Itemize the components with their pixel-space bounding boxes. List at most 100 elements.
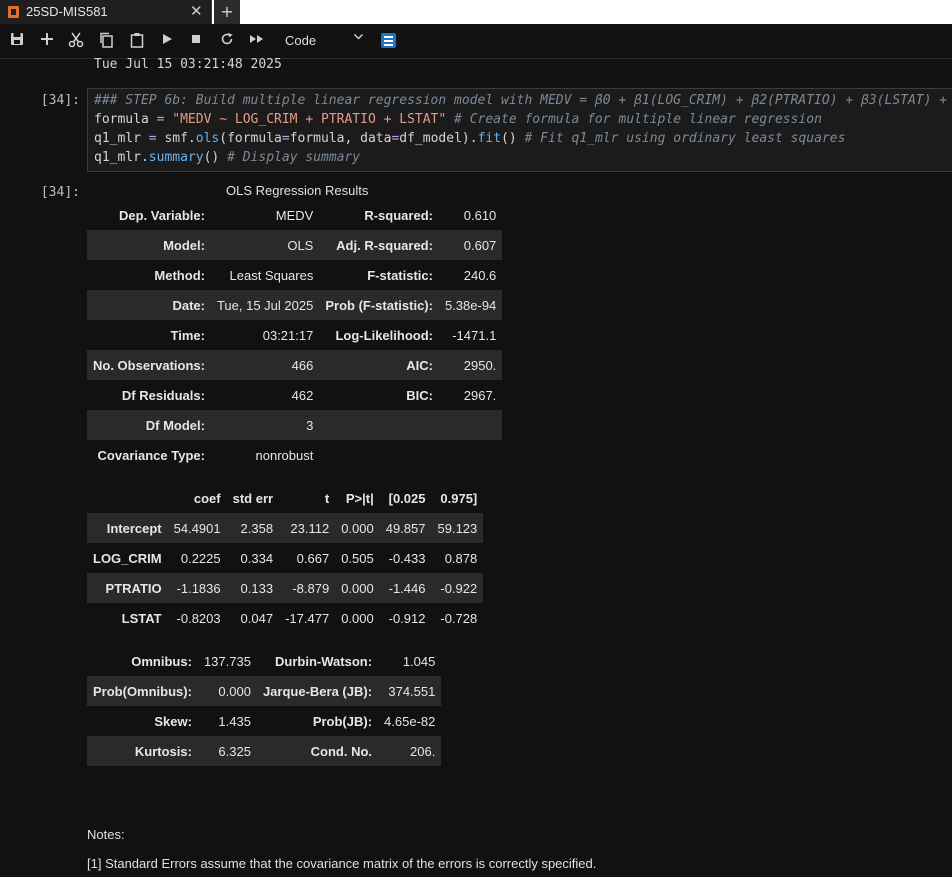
coef-value: 0.000 [341,520,374,536]
previous-output-text: Tue Jul 15 03:21:48 2025 [94,57,282,72]
coef-value: 0.133 [240,580,274,596]
diag-label: Omnibus: [131,653,192,669]
coef-label: LOG_CRIM [93,550,162,566]
table-row: Omnibus: 137.735 Durbin-Watson: 1.045 [87,646,441,676]
tab-notebook[interactable]: 25SD-MIS581 ✕ [0,0,212,24]
coef-value: -1.446 [388,580,426,596]
stat-value: Least Squares [229,267,314,283]
tab-title: 25SD-MIS581 [26,4,108,19]
diag-label: Prob(Omnibus): [93,683,192,699]
code-line-2: formula = "MEDV ~ LOG_CRIM + PTRATIO + L… [94,112,822,127]
table-row: Method: Least Squares F-statistic: 240.6 [87,260,502,290]
property-inspector-icon[interactable] [381,33,396,48]
stat-label: Adj. R-squared: [336,237,433,253]
stat-label: Df Residuals: [121,387,205,403]
code-line-1: ### STEP 6b: Build multiple linear regre… [94,91,952,110]
stat-value: nonrobust [255,447,314,463]
run-all-icon[interactable] [248,32,266,50]
save-icon[interactable] [8,32,26,50]
diagnostics-table: Omnibus: 137.735 Durbin-Watson: 1.045 Prob(O… [87,646,442,766]
stat-label: R-squared: [364,207,433,223]
table-row: No. Observations: 466 AIC: 2950. [87,350,503,380]
diag-value: 374.551 [388,683,436,699]
coef-value: 0.334 [240,550,274,566]
paste-icon[interactable] [128,32,146,50]
table-row: Date: Tue, 15 Jul 2025 Prob (F-statistic):… [87,290,503,320]
coefficient-table: coef std err t P>|t| [0.025 0.975] Intercept 54… [87,483,484,633]
table-row: Df Residuals: 462 BIC: 2967. [87,380,502,410]
column-header: P>|t| [345,490,374,506]
column-header: [0.025 [388,490,426,506]
code-line-3: q1_mlr = smf.ols(formula=formula, data=d… [94,131,846,146]
notes-title: Notes: [87,827,125,842]
diag-value: 1.435 [218,713,251,729]
diag-value: 0.000 [218,683,251,699]
stat-value: 0.607 [463,237,497,253]
close-icon[interactable]: ✕ [190,2,203,20]
coef-value: 23.112 [290,520,330,536]
column-header: t [324,490,330,506]
table-row: Kurtosis: 6.325 Cond. No. 206. [87,736,442,766]
stat-label: Covariance Type: [97,447,205,463]
table-row: Dep. Variable: MEDV R-squared: 0.610 [87,200,502,230]
code-comment: ### STEP 6b: Build multiple linear regre… [94,93,952,108]
coef-value: -17.477 [285,610,330,626]
coef-value: 54.4901 [173,520,221,536]
notebook-toolbar: Code [0,24,952,59]
table-row: Prob(Omnibus): 0.000 Jarque-Bera (JB): 374.… [87,676,442,706]
stat-label: No. Observations: [93,357,205,373]
run-icon[interactable] [158,32,176,50]
table-header-row: coef std err t P>|t| [0.025 0.975] [87,483,483,513]
stat-value: 2950. [463,357,497,373]
stop-icon[interactable] [187,32,205,50]
stat-label: Dep. Variable: [118,207,205,223]
stat-value: Tue, 15 Jul 2025 [216,297,314,313]
coef-value: -0.922 [440,580,478,596]
coef-value: 49.857 [385,520,426,536]
code-cell-editor[interactable]: ### STEP 6b: Build multiple linear regre… [87,88,952,172]
diag-value: 1.045 [402,653,436,669]
diag-label: Durbin-Watson: [275,653,373,669]
new-tab-button[interactable]: + [214,0,240,24]
stat-label: AIC: [406,357,433,373]
cell-type-select[interactable]: Code [285,33,316,48]
stat-label [319,410,439,440]
stat-label: Prob (F-statistic): [325,297,433,313]
diag-label: Prob(JB): [312,713,373,729]
model-summary-table: Dep. Variable: MEDV R-squared: 0.610 Model: O… [87,200,503,470]
table-row: Skew: 1.435 Prob(JB): 4.65e-82 [87,706,441,736]
stat-label: Time: [170,327,205,343]
stat-value [439,410,502,440]
cut-icon[interactable] [67,32,85,50]
table-row: LSTAT -0.8203 0.047 -17.477 0.000 -0.912 -0.72… [87,603,483,633]
coef-label: PTRATIO [105,580,162,596]
coef-value: 0.000 [341,580,374,596]
coef-value: -0.433 [388,550,426,566]
stat-label: Log-Likelihood: [335,327,433,343]
stat-value: MEDV [275,207,314,223]
stat-value: 2967. [463,387,497,403]
table-row: Model: OLS Adj. R-squared: 0.607 [87,230,503,260]
coef-value: -1.1836 [176,580,221,596]
restart-icon[interactable] [218,32,236,50]
stat-value: 240.6 [463,267,497,283]
column-header [87,483,168,513]
table-row: PTRATIO -1.1836 0.133 -8.879 0.000 -1.446 -0.9… [87,573,484,603]
stat-value: 466 [291,357,314,373]
table-row: Intercept 54.4901 2.358 23.112 0.000 49.857 59… [87,513,484,543]
stat-value [439,440,502,470]
add-cell-icon[interactable] [38,32,56,50]
chevron-down-icon[interactable] [353,31,364,45]
diag-label: Skew: [154,713,192,729]
stat-value: -1471.1 [452,327,497,343]
summary-caption: OLS Regression Results [226,183,369,198]
diag-label: Kurtosis: [134,743,192,759]
column-header: 0.975] [440,490,478,506]
coef-label: Intercept [106,520,162,536]
stat-label: F-statistic: [367,267,433,283]
copy-icon[interactable] [97,32,115,50]
coef-value: -8.879 [292,580,330,596]
tab-bar: 25SD-MIS581 ✕ + [0,0,952,24]
notebook-icon [8,6,19,18]
stat-label: Model: [163,237,205,253]
